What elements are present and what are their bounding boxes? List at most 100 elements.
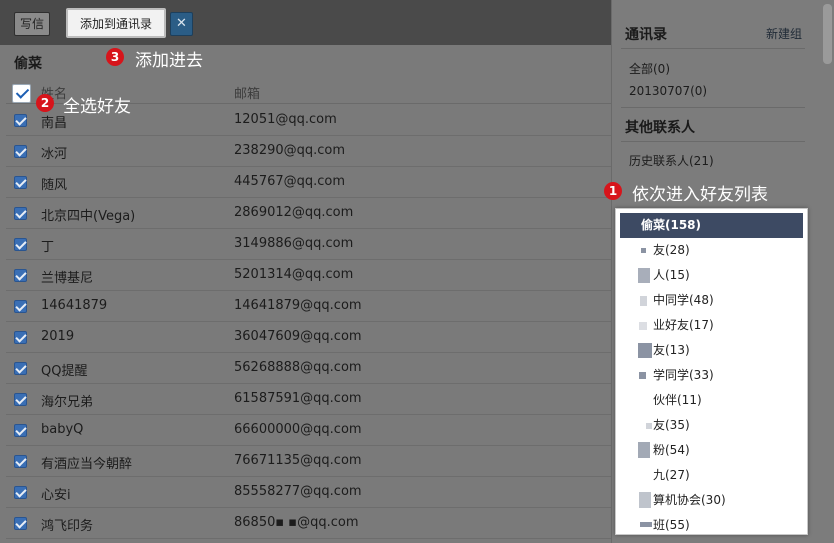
step-badge-1: 1: [604, 182, 622, 200]
step-note-3: 添加进去: [135, 51, 203, 71]
row-checkbox[interactable]: [14, 145, 27, 158]
table-row[interactable]: 14641879 14641879@qq.com: [6, 291, 611, 322]
contact-email: 445767@qq.com: [234, 174, 346, 189]
add-to-contacts-button[interactable]: 添加到通讯录: [66, 8, 166, 38]
group-item-label: 友(35): [653, 418, 690, 432]
row-checkbox[interactable]: [14, 300, 27, 313]
table-row[interactable]: 鸿飞印务 86850▪ ▪@qq.com: [6, 508, 611, 539]
group-item[interactable]: 友(35): [616, 413, 807, 438]
divider: [621, 141, 805, 142]
contact-name: QQ提醒: [41, 364, 88, 379]
contact-email: 12051@qq.com: [234, 112, 337, 127]
table-row[interactable]: 随风 445767@qq.com: [6, 167, 611, 198]
contact-email: 14641879@qq.com: [234, 298, 362, 313]
row-checkbox[interactable]: [14, 455, 27, 468]
divider: [621, 107, 805, 108]
blur-mark: [638, 268, 650, 283]
table-row[interactable]: 丁 3149886@qq.com: [6, 229, 611, 260]
contact-email: 56268888@qq.com: [234, 360, 362, 375]
contact-email: 76671135@qq.com: [234, 453, 362, 468]
step-badge-3: 3: [106, 48, 124, 66]
table-row[interactable]: 冰河 238290@qq.com: [6, 136, 611, 167]
blur-mark: [640, 296, 647, 306]
group-item[interactable]: 业好友(17): [616, 313, 807, 338]
new-group-link[interactable]: 新建组: [766, 25, 802, 42]
row-checkbox[interactable]: [14, 114, 27, 127]
blur-mark: [639, 372, 646, 379]
group-item[interactable]: 伙伴(11): [616, 388, 807, 413]
row-checkbox[interactable]: [14, 424, 27, 437]
table-row[interactable]: 北京四中(Vega) 2869012@qq.com: [6, 198, 611, 229]
contact-email: 238290@qq.com: [234, 143, 346, 158]
group-item-tou-cai[interactable]: 偷菜(158): [620, 213, 803, 238]
contact-email: 3149886@qq.com: [234, 236, 354, 251]
row-checkbox[interactable]: [14, 269, 27, 282]
group-item[interactable]: 人(15): [616, 263, 807, 288]
blur-mark: [638, 343, 652, 358]
group-item-label: 九(27): [653, 468, 690, 482]
contact-name: 心安i: [41, 488, 71, 503]
group-item[interactable]: 班(55): [616, 513, 807, 534]
contact-table: 南昌 12051@qq.com 冰河 238290@qq.com 随风 445767@…: [6, 105, 611, 539]
group-item-label: 算机协会(30): [653, 493, 726, 507]
group-item-label: 伙伴(11): [653, 393, 702, 407]
table-row[interactable]: babyQ 66600000@qq.com: [6, 415, 611, 446]
row-checkbox[interactable]: [14, 331, 27, 344]
blur-mark: [638, 442, 650, 458]
group-item[interactable]: 友(28): [616, 238, 807, 263]
contact-name: 2019: [41, 329, 75, 344]
friend-group-list: 偷菜(158) 友(28) 人(15) 中同学(48) 业好友(17) 友(13…: [615, 208, 808, 535]
group-item-label: 班(55): [653, 518, 690, 532]
group-item[interactable]: 友(13): [616, 338, 807, 363]
contact-email: 66600000@qq.com: [234, 422, 362, 437]
row-checkbox[interactable]: [14, 486, 27, 499]
contact-name: babyQ: [41, 422, 84, 437]
other-contacts-title: 其他联系人: [625, 120, 695, 136]
group-item[interactable]: 九(27): [616, 463, 807, 488]
row-checkbox[interactable]: [14, 207, 27, 220]
sidebar-title: 通讯录: [625, 27, 667, 43]
group-item[interactable]: 算机协会(30): [616, 488, 807, 513]
group-item[interactable]: 学同学(33): [616, 363, 807, 388]
group-item-label: 友(28): [653, 243, 690, 257]
close-icon[interactable]: ✕: [170, 12, 193, 36]
contact-name: 有酒应当今朝醉: [41, 457, 133, 472]
group-item-label: 人(15): [653, 268, 690, 282]
table-row[interactable]: 兰博基尼 5201314@qq.com: [6, 260, 611, 291]
sidebar-item-all[interactable]: 全部(0): [629, 60, 670, 77]
contact-email: 85558277@qq.com: [234, 484, 362, 499]
contact-name: 鸿飞印务: [41, 519, 94, 534]
row-checkbox[interactable]: [14, 176, 27, 189]
row-checkbox[interactable]: [14, 393, 27, 406]
blur-mark: [639, 492, 651, 508]
table-row[interactable]: 有酒应当今朝醉 76671135@qq.com: [6, 446, 611, 477]
blur-mark: [640, 522, 652, 527]
contact-email: 5201314@qq.com: [234, 267, 354, 282]
step-note-1: 依次进入好友列表: [632, 185, 768, 205]
sidebar-scrollbar[interactable]: [823, 4, 832, 64]
blur-mark: [641, 248, 646, 253]
group-item[interactable]: 中同学(48): [616, 288, 807, 313]
write-button[interactable]: 写信: [14, 12, 50, 36]
group-item-label: 中同学(48): [653, 293, 714, 307]
row-checkbox[interactable]: [14, 362, 27, 375]
row-checkbox[interactable]: [14, 517, 27, 530]
table-row[interactable]: 2019 36047609@qq.com: [6, 322, 611, 353]
group-item[interactable]: 粉(54): [616, 438, 807, 463]
column-header-email[interactable]: 邮箱: [234, 83, 260, 102]
step-note-2: 全选好友: [63, 97, 131, 117]
row-checkbox[interactable]: [14, 238, 27, 251]
select-all-checkbox[interactable]: [12, 84, 31, 103]
table-row[interactable]: 海尔兄弟 61587591@qq.com: [6, 384, 611, 415]
table-row[interactable]: 心安i 85558277@qq.com: [6, 477, 611, 508]
sidebar-item-history[interactable]: 历史联系人(21): [629, 152, 714, 169]
group-item-label: 友(13): [653, 343, 690, 357]
contact-name: 14641879: [41, 298, 108, 313]
sidebar-item-20130707[interactable]: 20130707(0): [629, 84, 707, 98]
toolbar: 写信 添加到通讯录 ✕: [0, 0, 611, 45]
contact-email: 86850▪ ▪@qq.com: [234, 515, 359, 530]
contact-name: 丁: [41, 240, 55, 255]
table-row[interactable]: QQ提醒 56268888@qq.com: [6, 353, 611, 384]
contact-list-panel: 写信 添加到通讯录 ✕ 偷菜 姓名 邮箱 南昌 12051@qq.com 冰河 23…: [0, 0, 611, 543]
group-item-label: 学同学(33): [653, 368, 714, 382]
